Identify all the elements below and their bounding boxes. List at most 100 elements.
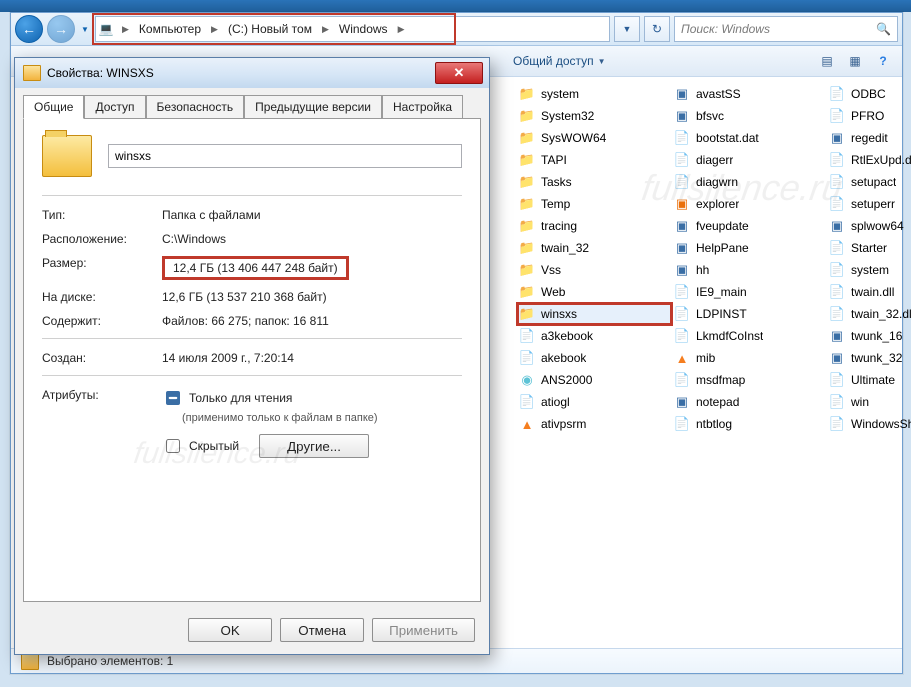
chevron-right-icon[interactable]: ▶: [207, 24, 220, 35]
file-icon: 📄: [829, 416, 845, 432]
file-item[interactable]: ▣bfsvc: [672, 105, 827, 127]
file-icon: 📄: [674, 130, 690, 146]
tab-general[interactable]: Общие: [23, 95, 84, 119]
file-item[interactable]: 📄diagerr: [672, 149, 827, 171]
file-item[interactable]: 📁tracing: [517, 215, 672, 237]
folder-icon: 📁: [519, 196, 535, 212]
dialog-title-bar[interactable]: Свойства: WINSXS ✕: [15, 58, 489, 88]
file-item[interactable]: 📄LkmdfCoInst: [672, 325, 827, 347]
file-item[interactable]: 📄IE9_main: [672, 281, 827, 303]
file-item[interactable]: ▣splwow64: [827, 215, 911, 237]
nav-history-dropdown[interactable]: ▼: [79, 16, 91, 42]
file-item[interactable]: ▣HelpPane: [672, 237, 827, 259]
file-item[interactable]: 📄PFRO: [827, 105, 911, 127]
breadcrumb-segment[interactable]: Компьютер: [131, 18, 207, 40]
file-item[interactable]: ▲ativpsrm: [517, 413, 672, 435]
file-name: SysWOW64: [541, 131, 606, 145]
file-name: Ultimate: [851, 373, 895, 387]
file-item[interactable]: 📁Vss: [517, 259, 672, 281]
app-icon: ▣: [674, 86, 690, 102]
file-item[interactable]: 📄ntbtlog: [672, 413, 827, 435]
file-name: Vss: [541, 263, 561, 277]
file-icon: 📄: [829, 306, 845, 322]
file-item[interactable]: 📁System32: [517, 105, 672, 127]
file-icon: 📄: [519, 350, 535, 366]
file-item[interactable]: 📄RtlExUpd.dll: [827, 149, 911, 171]
cancel-button[interactable]: Отмена: [280, 618, 364, 642]
ok-button[interactable]: OK: [188, 618, 272, 642]
file-item[interactable]: 📄atiogl: [517, 391, 672, 413]
file-item[interactable]: 📄akebook: [517, 347, 672, 369]
chevron-right-icon[interactable]: ▶: [118, 24, 131, 35]
app-icon: ▣: [674, 262, 690, 278]
file-item[interactable]: ▣notepad: [672, 391, 827, 413]
address-dropdown-button[interactable]: ▼: [614, 16, 640, 42]
file-item[interactable]: 📄ODBC: [827, 83, 911, 105]
checkbox-readonly[interactable]: [166, 391, 180, 405]
file-item[interactable]: 📄Starter: [827, 237, 911, 259]
chevron-right-icon[interactable]: ▶: [394, 24, 407, 35]
file-item[interactable]: ▣twunk_16: [827, 325, 911, 347]
file-item[interactable]: ▣fveupdate: [672, 215, 827, 237]
file-item[interactable]: 📄diagwrn: [672, 171, 827, 193]
file-item[interactable]: 📄LDPINST: [672, 303, 827, 325]
chevron-right-icon[interactable]: ▶: [318, 24, 331, 35]
file-item[interactable]: 📄system: [827, 259, 911, 281]
share-menu[interactable]: Общий доступ ▼: [507, 52, 612, 70]
app-icon: ▣: [674, 394, 690, 410]
computer-icon: 💻: [98, 21, 114, 37]
file-item[interactable]: 📁Temp: [517, 193, 672, 215]
folder-name-input[interactable]: [108, 144, 462, 168]
file-item[interactable]: 📁twain_32: [517, 237, 672, 259]
file-item[interactable]: 📄bootstat.dat: [672, 127, 827, 149]
file-item[interactable]: 📄setuperr: [827, 193, 911, 215]
file-item[interactable]: ▣explorer: [672, 193, 827, 215]
file-item[interactable]: 📁system: [517, 83, 672, 105]
file-icon: 📄: [829, 240, 845, 256]
file-item[interactable]: 📁TAPI: [517, 149, 672, 171]
apply-button[interactable]: Применить: [372, 618, 475, 642]
app-icon: ▣: [829, 130, 845, 146]
close-button[interactable]: ✕: [435, 62, 483, 84]
other-attributes-button[interactable]: Другие...: [259, 434, 369, 458]
breadcrumb-segment[interactable]: Windows: [331, 18, 394, 40]
file-name: diagwrn: [696, 175, 738, 189]
file-item[interactable]: 📁Tasks: [517, 171, 672, 193]
breadcrumb[interactable]: 💻 ▶ Компьютер ▶ (C:) Новый том ▶ Windows…: [95, 16, 610, 42]
search-input[interactable]: Поиск: Windows 🔍: [674, 16, 898, 42]
file-name: Web: [541, 285, 565, 299]
checkbox-hidden[interactable]: [166, 439, 180, 453]
file-name: mib: [696, 351, 715, 365]
file-item[interactable]: ▣hh: [672, 259, 827, 281]
file-item[interactable]: ▣regedit: [827, 127, 911, 149]
tab-previous[interactable]: Предыдущие версии: [244, 95, 382, 119]
file-item[interactable]: 📄win: [827, 391, 911, 413]
file-item[interactable]: 📄msdfmap: [672, 369, 827, 391]
file-item[interactable]: 📄a3kebook: [517, 325, 672, 347]
file-item[interactable]: 📄twain.dll: [827, 281, 911, 303]
file-item[interactable]: ◉ANS2000: [517, 369, 672, 391]
file-item[interactable]: 📄WindowsShell.Man: [827, 413, 911, 435]
nav-back-button[interactable]: ←: [15, 15, 43, 43]
file-item[interactable]: 📄Ultimate: [827, 369, 911, 391]
tab-security[interactable]: Безопасность: [146, 95, 245, 119]
folder-icon: 📁: [519, 130, 535, 146]
tab-access[interactable]: Доступ: [84, 95, 145, 119]
file-item[interactable]: ▣avastSS: [672, 83, 827, 105]
file-item[interactable]: ▣twunk_32: [827, 347, 911, 369]
file-icon: 📄: [829, 196, 845, 212]
file-icon: 📄: [674, 152, 690, 168]
file-item[interactable]: 📁 SysWOW64: [517, 127, 672, 149]
file-item[interactable]: 📁Web: [517, 281, 672, 303]
breadcrumb-segment[interactable]: (C:) Новый том: [220, 18, 318, 40]
view-options-button[interactable]: ▦: [844, 50, 866, 72]
help-button[interactable]: ?: [872, 50, 894, 72]
nav-forward-button[interactable]: →: [47, 15, 75, 43]
file-item[interactable]: 📁winsxs: [517, 303, 672, 325]
file-item[interactable]: 📄setupact: [827, 171, 911, 193]
refresh-button[interactable]: ↻: [644, 16, 670, 42]
file-item[interactable]: ▲mib: [672, 347, 827, 369]
file-item[interactable]: 📄twain_32.dll: [827, 303, 911, 325]
tab-settings[interactable]: Настройка: [382, 95, 463, 119]
view-slider[interactable]: ▤: [816, 50, 838, 72]
